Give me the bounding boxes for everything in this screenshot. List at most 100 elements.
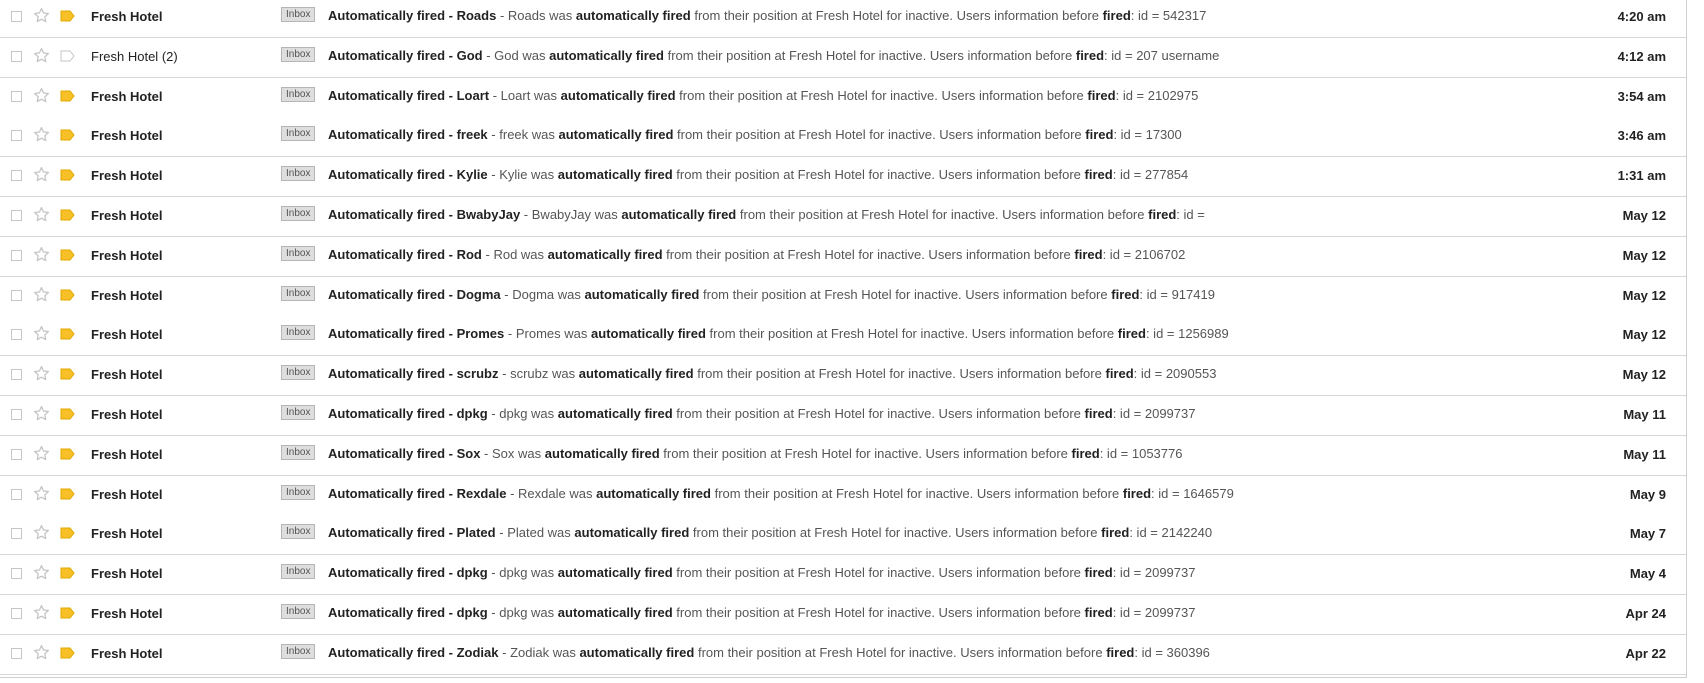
email-date: May 12: [1622, 367, 1666, 382]
email-row[interactable]: Fresh Hotel Inbox Automatically fired - …: [0, 436, 1686, 476]
inbox-label-badge[interactable]: Inbox: [281, 286, 316, 301]
label-tag-icon[interactable]: [60, 129, 75, 141]
inbox-label-badge[interactable]: Inbox: [281, 604, 316, 619]
email-row[interactable]: Fresh Hotel Inbox Automatically fired - …: [0, 396, 1686, 436]
email-subject-line: Automatically fired - Loart - Loart was …: [328, 88, 1198, 103]
select-checkbox[interactable]: [11, 409, 22, 420]
inbox-label-badge[interactable]: Inbox: [281, 47, 316, 62]
star-icon[interactable]: [32, 285, 51, 304]
select-checkbox[interactable]: [11, 130, 22, 141]
inbox-label-badge[interactable]: Inbox: [281, 87, 316, 102]
snippet-lead: Kylie was: [499, 167, 555, 182]
star-icon[interactable]: [32, 125, 51, 144]
label-tag-icon[interactable]: [60, 249, 75, 261]
star-icon[interactable]: [32, 46, 51, 65]
star-icon[interactable]: [32, 404, 51, 423]
snippet-emphasis: automatically fired: [574, 525, 690, 540]
star-icon[interactable]: [32, 245, 51, 264]
select-checkbox[interactable]: [11, 210, 22, 221]
inbox-label-badge[interactable]: Inbox: [281, 644, 316, 659]
star-icon[interactable]: [32, 324, 51, 343]
select-checkbox[interactable]: [11, 250, 22, 261]
star-icon[interactable]: [32, 523, 51, 542]
subject: Automatically fired - Plated: [328, 525, 496, 540]
select-checkbox[interactable]: [11, 528, 22, 539]
select-checkbox[interactable]: [11, 170, 22, 181]
inbox-label-badge[interactable]: Inbox: [281, 405, 316, 420]
star-icon[interactable]: [32, 165, 51, 184]
select-checkbox[interactable]: [11, 91, 22, 102]
label-tag-icon[interactable]: [60, 408, 75, 420]
label-tag-icon[interactable]: [60, 567, 75, 579]
label-tag-icon[interactable]: [60, 50, 75, 62]
label-tag-icon[interactable]: [60, 647, 75, 659]
email-row[interactable]: Fresh Hotel Inbox Automatically fired - …: [0, 117, 1686, 157]
select-checkbox[interactable]: [11, 449, 22, 460]
star-icon[interactable]: [32, 563, 51, 582]
select-checkbox[interactable]: [11, 369, 22, 380]
email-row[interactable]: Fresh Hotel Inbox Automatically fired - …: [0, 595, 1686, 635]
label-tag-icon[interactable]: [60, 10, 75, 22]
inbox-label-badge[interactable]: Inbox: [281, 524, 316, 539]
label-tag-icon[interactable]: [60, 328, 75, 340]
select-checkbox[interactable]: [11, 290, 22, 301]
email-row[interactable]: Fresh Hotel Inbox Automatically fired - …: [0, 277, 1686, 317]
star-icon[interactable]: [32, 364, 51, 383]
email-row[interactable]: Fresh Hotel Inbox Automatically fired - …: [0, 356, 1686, 396]
inbox-label-badge[interactable]: Inbox: [281, 445, 316, 460]
snippet-end: : id = 2099737: [1112, 406, 1196, 421]
inbox-label-badge[interactable]: Inbox: [281, 246, 316, 261]
email-row[interactable]: Fresh Hotel Inbox Automatically fired - …: [0, 157, 1686, 197]
inbox-label-badge[interactable]: Inbox: [281, 126, 316, 141]
star-icon[interactable]: [32, 603, 51, 622]
snippet-fired: fired: [1084, 565, 1113, 580]
email-row[interactable]: Fresh Hotel Inbox Automatically fired - …: [0, 635, 1686, 675]
email-row[interactable]: Fresh Hotel Inbox Automatically fired - …: [0, 78, 1686, 118]
select-checkbox[interactable]: [11, 568, 22, 579]
star-icon[interactable]: [32, 6, 51, 25]
label-tag-icon[interactable]: [60, 289, 75, 301]
snippet: - Rod was automatically fired from their…: [485, 247, 1185, 262]
star-icon[interactable]: [32, 444, 51, 463]
email-row[interactable]: Fresh Hotel Inbox Automatically fired - …: [0, 197, 1686, 237]
email-row[interactable]: Fresh Hotel (2) Inbox Automatically fire…: [0, 38, 1686, 78]
inbox-label-badge[interactable]: Inbox: [281, 485, 316, 500]
snippet: - dpkg was automatically fired from thei…: [491, 406, 1195, 421]
snippet-emphasis: automatically fired: [579, 645, 695, 660]
star-icon[interactable]: [32, 86, 51, 105]
email-row[interactable]: Fresh Hotel Inbox Automatically fired - …: [0, 515, 1686, 555]
select-checkbox[interactable]: [11, 11, 22, 22]
inbox-label-badge[interactable]: Inbox: [281, 564, 316, 579]
snippet-fired: fired: [1084, 605, 1113, 620]
select-checkbox[interactable]: [11, 648, 22, 659]
email-date: May 12: [1622, 288, 1666, 303]
label-tag-icon[interactable]: [60, 169, 75, 181]
select-checkbox[interactable]: [11, 489, 22, 500]
inbox-label-badge[interactable]: Inbox: [281, 166, 316, 181]
select-checkbox[interactable]: [11, 329, 22, 340]
label-tag-icon[interactable]: [60, 90, 75, 102]
label-tag-icon[interactable]: [60, 368, 75, 380]
email-row[interactable]: Fresh Hotel Inbox Automatically fired - …: [0, 237, 1686, 277]
label-tag-icon[interactable]: [60, 448, 75, 460]
inbox-label-badge[interactable]: Inbox: [281, 325, 316, 340]
snippet-separator: -: [492, 88, 498, 103]
inbox-label-badge[interactable]: Inbox: [281, 7, 316, 22]
email-row[interactable]: Fresh Hotel Inbox Automatically fired - …: [0, 476, 1686, 516]
label-tag-icon[interactable]: [60, 607, 75, 619]
email-subject-line: Automatically fired - dpkg - dpkg was au…: [328, 565, 1195, 580]
star-icon[interactable]: [32, 643, 51, 662]
label-tag-icon[interactable]: [60, 488, 75, 500]
label-tag-icon[interactable]: [60, 209, 75, 221]
star-icon[interactable]: [32, 205, 51, 224]
email-row[interactable]: Fresh Hotel Inbox Automatically fired - …: [0, 555, 1686, 595]
inbox-label-badge[interactable]: Inbox: [281, 365, 316, 380]
select-checkbox[interactable]: [11, 51, 22, 62]
label-tag-icon[interactable]: [60, 527, 75, 539]
email-row[interactable]: Fresh Hotel Inbox Automatically fired - …: [0, 0, 1686, 38]
snippet-emphasis: automatically fired: [584, 287, 700, 302]
select-checkbox[interactable]: [11, 608, 22, 619]
email-row[interactable]: Fresh Hotel Inbox Automatically fired - …: [0, 316, 1686, 356]
inbox-label-badge[interactable]: Inbox: [281, 206, 316, 221]
star-icon[interactable]: [32, 484, 51, 503]
